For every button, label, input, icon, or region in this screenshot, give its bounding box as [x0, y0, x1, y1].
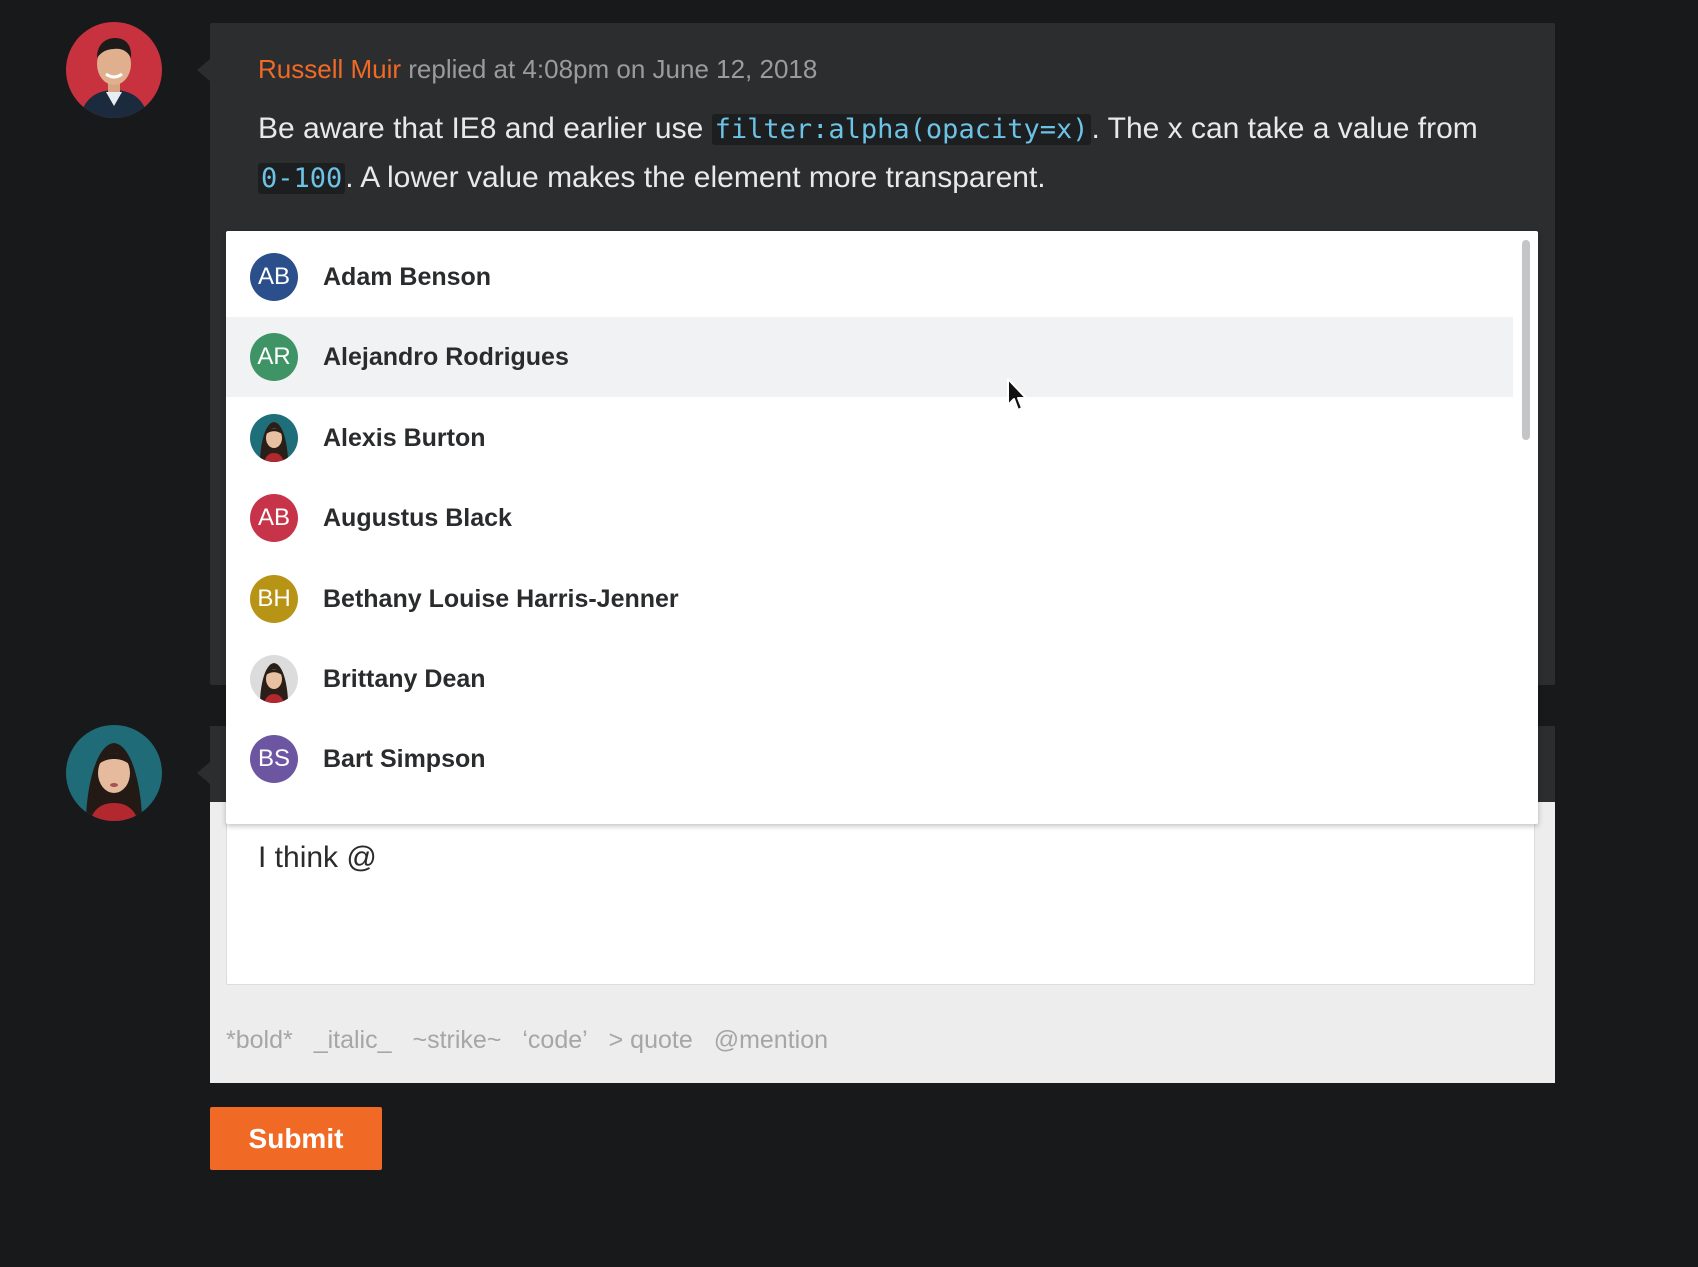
- brittany-dean-photo-icon: [250, 655, 298, 703]
- initials-avatar: BH: [250, 575, 298, 623]
- initials-avatar: BS: [250, 735, 298, 783]
- page: Russell Muir replied at 4:08pm on June 1…: [0, 0, 1698, 1267]
- mention-name: Adam Benson: [323, 262, 492, 291]
- submit-button[interactable]: Submit: [210, 1107, 382, 1170]
- man-portrait-icon: [66, 22, 162, 118]
- format-hints: *bold* _italic_ ~strike~ ‘code’ > quote …: [226, 1026, 842, 1055]
- mention-name: Bethany Louise Harris-Jenner: [323, 584, 679, 613]
- format-hint-strike: ~strike~: [412, 1026, 502, 1054]
- comment-text: . A lower value makes the element more t…: [345, 161, 1046, 194]
- reply-input[interactable]: I think @: [226, 802, 1535, 985]
- initials-avatar: AB: [250, 494, 298, 542]
- mention-item-alexis-burton[interactable]: Alexis Burton: [226, 398, 1513, 478]
- mention-item-adam-benson[interactable]: AB Adam Benson: [226, 237, 1513, 317]
- format-hint-code: ‘code’: [522, 1026, 588, 1054]
- mention-item-bart-simpson[interactable]: BS Bart Simpson: [226, 719, 1513, 799]
- russell-muir-avatar: [66, 22, 162, 118]
- mention-name: Brittany Dean: [323, 664, 486, 693]
- inline-code: filter:alpha(opacity=x): [711, 114, 1092, 145]
- inline-code: 0-100: [258, 163, 346, 194]
- mention-name: Bart Simpson: [323, 744, 486, 773]
- mention-item-brittany-dean[interactable]: Brittany Dean: [226, 639, 1513, 719]
- mention-name: Alexis Burton: [323, 423, 486, 452]
- mention-item-alejandro-rodrigues[interactable]: AR Alejandro Rodrigues: [226, 317, 1513, 397]
- comment-text: Be aware that IE8 and earlier use: [258, 112, 712, 145]
- reply-pointer: [197, 762, 210, 784]
- format-hint-quote: > quote: [608, 1026, 693, 1054]
- dropdown-scrollbar[interactable]: [1522, 240, 1530, 440]
- comment-meta: Russell Muir replied at 4:08pm on June 1…: [258, 54, 817, 85]
- mention-name: Augustus Black: [323, 503, 512, 532]
- format-hint-italic: _italic_: [313, 1026, 392, 1054]
- comment-pointer: [197, 59, 210, 81]
- alexis-burton-photo-icon: [250, 414, 298, 462]
- mouse-cursor-icon: [1007, 378, 1027, 411]
- comment-text: . The x can take a value from: [1091, 112, 1478, 145]
- mention-name: Alejandro Rodrigues: [323, 342, 569, 371]
- comment-author-link[interactable]: Russell Muir: [258, 54, 401, 84]
- mention-dropdown: AB Adam Benson AR Alejandro Rodrigues Al…: [226, 231, 1538, 824]
- format-hint-mention: @mention: [713, 1026, 829, 1054]
- initials-avatar: AB: [250, 253, 298, 301]
- mention-item-bethany-louise-harris-jenner[interactable]: BH Bethany Louise Harris-Jenner: [226, 559, 1513, 639]
- initials-avatar: AR: [250, 333, 298, 381]
- format-hint-bold: *bold*: [226, 1026, 293, 1054]
- woman-portrait-icon: [66, 725, 162, 821]
- current-user-avatar: [66, 725, 162, 821]
- reply-input-text: I think @: [258, 841, 377, 874]
- comment-body: Be aware that IE8 and earlier use filter…: [258, 105, 1508, 203]
- mention-item-augustus-black[interactable]: AB Augustus Black: [226, 478, 1513, 558]
- comment-timestamp: replied at 4:08pm on June 12, 2018: [401, 54, 818, 84]
